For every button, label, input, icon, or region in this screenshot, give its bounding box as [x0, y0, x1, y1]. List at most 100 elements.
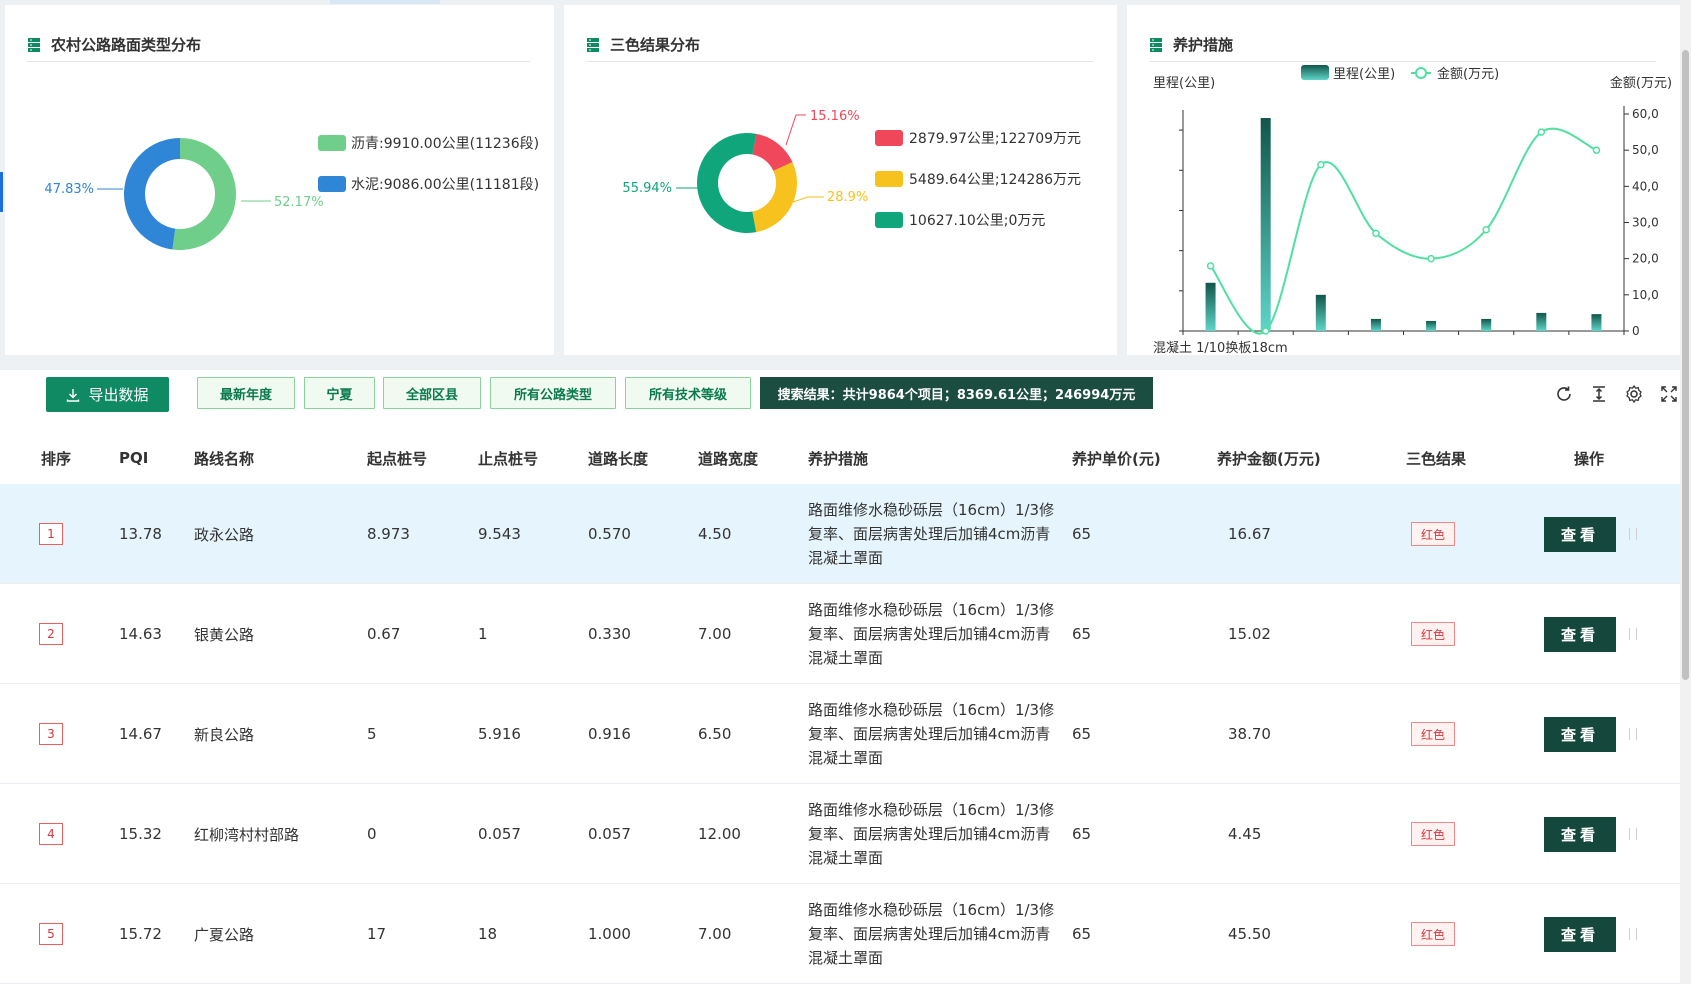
table-row[interactable]: 1 13.78 政永公路 8.973 9.543 0.570 4.50 路面维修水稳砂砾层（1… [0, 484, 1680, 584]
legend-label[interactable]: 水泥:9086.00公里(11181段) [351, 177, 539, 193]
y-right-axis-label: 金额(万元) [1610, 75, 1672, 91]
bar[interactable] [1260, 118, 1271, 331]
table-row[interactable]: 4 15.32 红柳湾村村部路 0 0.057 0.057 12.00 路面维修水稳砂砾层（1… [0, 784, 1680, 884]
cell-end-stake: 5.916 [478, 725, 521, 743]
legend-label[interactable]: 沥青:9910.00公里(11236段) [351, 136, 539, 152]
filter-year[interactable]: 最新年度 [197, 377, 295, 409]
view-button[interactable]: 查看 [1544, 716, 1616, 752]
line-point[interactable] [1427, 254, 1435, 263]
legend-label[interactable]: 5489.64公里;124286万元 [909, 172, 1081, 188]
cell-start-stake: 0 [367, 825, 377, 843]
legend-swatch[interactable] [318, 135, 346, 151]
table-row[interactable]: 3 14.67 新良公路 5 5.916 0.916 6.50 路面维修水稳砂砾层（16cm）… [0, 684, 1680, 784]
bar[interactable] [1315, 294, 1326, 331]
bar[interactable] [1481, 318, 1492, 331]
view-button[interactable]: 查看 [1544, 916, 1616, 952]
th-unit-price[interactable]: 养护单价(元) [1072, 448, 1161, 469]
settings-icon[interactable] [1624, 384, 1644, 404]
bar[interactable] [1370, 318, 1381, 331]
line-point[interactable] [1482, 225, 1490, 234]
color-result-tag: 红色 [1411, 922, 1455, 946]
donut-slice[interactable] [752, 162, 797, 233]
legend-swatch[interactable] [875, 130, 903, 146]
legend-swatch[interactable] [318, 176, 346, 192]
y-right-tick-label: 30,0 [1632, 216, 1659, 230]
bar[interactable] [1205, 282, 1216, 331]
x-axis-label: 混凝土 1/10换板18cm [1153, 340, 1288, 355]
filter-road-type[interactable]: 所有公路类型 [490, 377, 616, 409]
legend-marker[interactable] [1415, 67, 1427, 79]
table-row[interactable]: 2 14.63 银黄公路 0.67 1 0.330 7.00 路面维修水稳砂砾层（16cm）1… [0, 584, 1680, 684]
color-result-tag: 红色 [1411, 622, 1455, 646]
th-color-result[interactable]: 三色结果 [1406, 448, 1466, 469]
cell-width: 4.50 [698, 525, 732, 543]
cell-unit-price: 65 [1072, 525, 1092, 543]
cell-end-stake: 9.543 [478, 525, 521, 543]
th-action: 操作 [1574, 449, 1605, 468]
legend-label[interactable]: 金额(万元) [1437, 66, 1499, 82]
cell-amount: 45.50 [1228, 925, 1271, 943]
th-end-stake[interactable]: 止点桩号 [478, 448, 538, 469]
line-point[interactable] [1537, 128, 1546, 136]
slice-label: 28.9% [827, 190, 868, 205]
cell-route-name: 银黄公路 [194, 625, 255, 644]
th-pqi[interactable]: PQI [119, 449, 148, 467]
legend-swatch[interactable] [875, 171, 903, 187]
panel-title: 三色结果分布 [586, 28, 1093, 62]
legend-label[interactable]: 里程(公里) [1333, 67, 1395, 82]
cell-width: 7.00 [698, 625, 732, 643]
filter-region[interactable]: 宁夏 [304, 377, 375, 409]
refresh-icon[interactable] [1554, 384, 1574, 404]
scrollbar-thumb[interactable] [1682, 50, 1689, 680]
th-route-name[interactable]: 路线名称 [194, 448, 254, 469]
th-start-stake[interactable]: 起点桩号 [367, 448, 427, 469]
th-rank[interactable]: 排序 [41, 448, 71, 469]
line-point[interactable] [1317, 160, 1325, 169]
filter-tech-grade[interactable]: 所有技术等级 [625, 377, 751, 409]
legend-label[interactable]: 2879.97公里;122709万元 [909, 131, 1081, 147]
y-right-tick-label: 40,0 [1632, 179, 1659, 193]
line-point[interactable] [1206, 262, 1215, 270]
bar[interactable] [1426, 320, 1437, 331]
cell-unit-price: 65 [1072, 925, 1092, 943]
column-dividers [1629, 628, 1649, 640]
cell-amount: 16.67 [1228, 525, 1271, 543]
table-row[interactable]: 5 15.72 广夏公路 17 18 1.000 7.00 路面维修水稳砂砾层（16cm）1/… [0, 884, 1680, 984]
legend-label[interactable]: 10627.10公里;0万元 [909, 213, 1045, 229]
fullscreen-icon[interactable] [1659, 384, 1679, 404]
view-button[interactable]: 查看 [1544, 816, 1616, 852]
line-point[interactable] [1372, 229, 1380, 238]
column-dividers [1629, 728, 1649, 740]
th-length[interactable]: 道路长度 [588, 448, 648, 469]
th-measure[interactable]: 养护措施 [808, 448, 868, 469]
cell-amount: 15.02 [1228, 625, 1271, 643]
th-amount[interactable]: 养护金额(万元) [1217, 448, 1321, 469]
column-height-icon[interactable] [1589, 384, 1609, 404]
y-right-tick-label: 0 [1632, 324, 1640, 338]
donut-slice[interactable] [697, 133, 757, 233]
line-point[interactable] [1261, 327, 1270, 335]
panel-title-text: 三色结果分布 [610, 36, 701, 54]
legend-swatch[interactable] [875, 212, 903, 228]
cell-start-stake: 0.67 [367, 625, 401, 643]
th-width[interactable]: 道路宽度 [698, 448, 758, 469]
line-point[interactable] [1592, 146, 1601, 154]
donut-slice[interactable] [123, 138, 180, 250]
rank-badge: 3 [39, 723, 63, 745]
rank-badge: 5 [39, 923, 63, 945]
export-button[interactable]: 导出数据 [46, 377, 169, 412]
bar[interactable] [1536, 312, 1547, 331]
scrollbar[interactable] [1680, 0, 1691, 984]
view-button[interactable]: 查看 [1544, 516, 1616, 552]
y-right-tick-label: 60,0 [1632, 107, 1659, 121]
panel-title-text: 农村公路路面类型分布 [51, 36, 202, 54]
legend-swatch[interactable] [1301, 65, 1329, 80]
view-button[interactable]: 查看 [1544, 616, 1616, 652]
y-right-tick-label: 10,0 [1632, 288, 1659, 302]
slice-label: 47.83% [44, 182, 94, 197]
table-header: 排序 PQI 路线名称 起点桩号 止点桩号 道路长度 道路宽度 养护措施 养护单… [0, 432, 1680, 484]
bar[interactable] [1591, 314, 1602, 331]
filter-county[interactable]: 全部区县 [383, 377, 481, 409]
donut-slice[interactable] [172, 138, 236, 250]
search-result-badge: 搜索结果：共计9864个项目；8369.61公里；246994万元 [760, 377, 1153, 409]
